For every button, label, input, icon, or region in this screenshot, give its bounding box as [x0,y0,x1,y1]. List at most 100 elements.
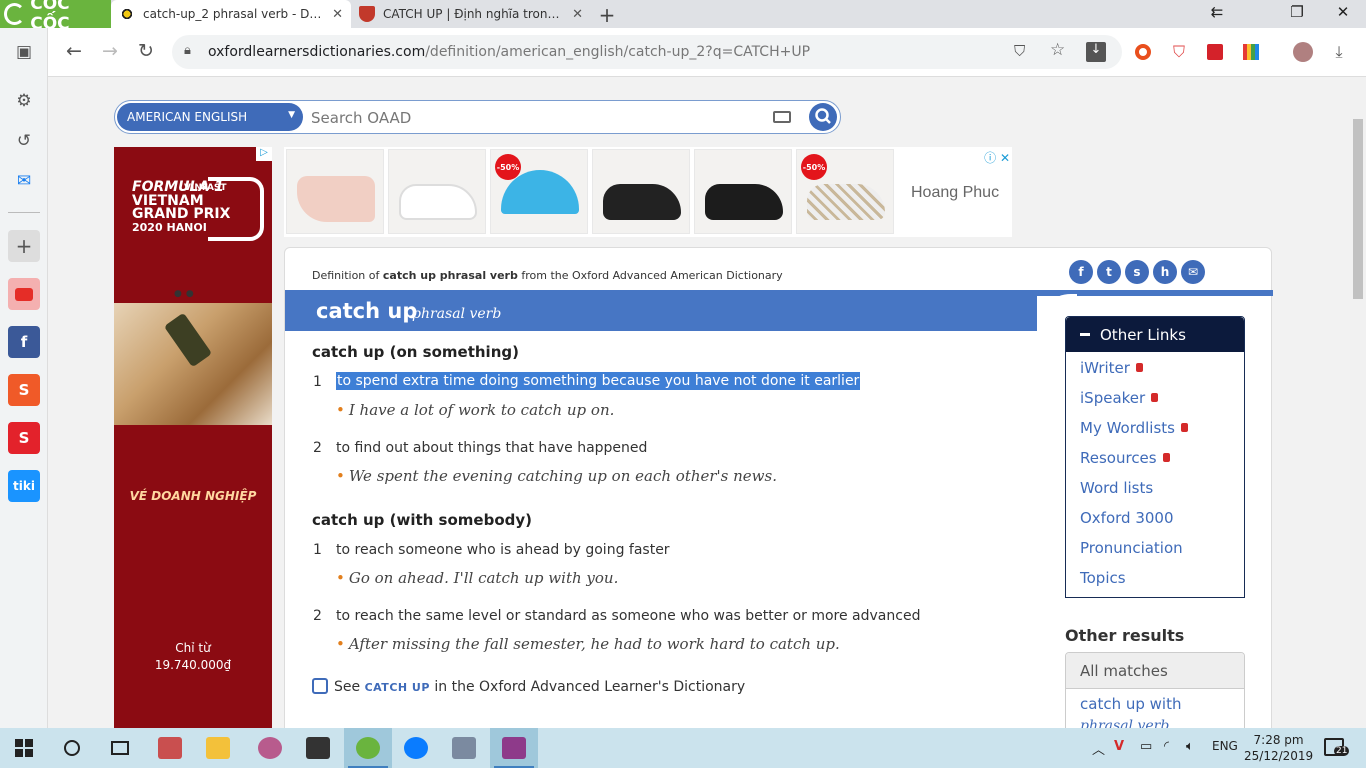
tiki-icon[interactable]: tiki [8,470,40,502]
link-ispeaker[interactable]: iSpeaker [1080,389,1159,407]
battery-icon[interactable]: ▭ [1140,739,1152,754]
twitter-share-icon[interactable]: t [1097,260,1121,284]
profile-avatar[interactable] [1292,41,1314,63]
settings-icon[interactable]: ⚙ [8,85,40,117]
ad-product-image[interactable] [694,149,792,234]
browser-sidebar: ▣ ⚙ ↺ ✉ + f S S tiki [0,28,48,728]
ad-brand-name[interactable]: Hoang Phuc [911,184,999,202]
shopee-icon[interactable]: S [8,374,40,406]
messenger-icon[interactable]: ✉ [8,165,40,197]
lock-icon[interactable]: 🔒︎ [184,43,191,58]
back-button[interactable]: ← [62,40,86,62]
coccoc-logo[interactable]: CỐC CỐC [0,0,111,34]
new-tab-button[interactable]: + [596,3,618,27]
ad-banner-horizontal[interactable]: -50% -50% Hoang Phuc ⓘ ✕ [284,147,1012,237]
close-tab-icon[interactable]: ✕ [572,7,583,22]
search-button[interactable] [809,103,837,131]
keyboard-icon[interactable] [773,111,791,123]
address-bar[interactable]: 🔒︎ oxfordlearnersdictionaries.com/defini… [172,35,1122,69]
wifi-icon[interactable]: ◜ [1164,739,1169,754]
search-taskbar-icon[interactable] [48,728,96,768]
carousel-dots[interactable]: ●● [174,289,198,299]
result-link[interactable]: catch up with phrasal verb [1066,689,1244,728]
add-app-icon[interactable]: + [8,230,40,262]
winrar-icon[interactable] [490,728,538,768]
ad-product-image[interactable] [286,149,384,234]
link-resources[interactable]: Resources [1080,449,1170,467]
app-office-icon[interactable] [146,728,194,768]
download-page-icon[interactable]: ↓ [1086,42,1106,62]
show-hidden-icons[interactable]: ︿ [1092,739,1105,758]
stumbleupon-share-icon[interactable]: s [1125,260,1149,284]
sense-example: • I have a lot of work to catch up on. [336,401,615,419]
facebook-icon[interactable]: f [8,326,40,358]
app-snipping-icon[interactable] [440,728,488,768]
language-indicator[interactable]: ENG [1212,739,1238,753]
start-button[interactable] [0,728,48,768]
hi5-share-icon[interactable]: h [1153,260,1177,284]
youtube-icon[interactable] [8,278,40,310]
extension-shield-icon[interactable]: ⛉ [1168,41,1190,63]
sense-definition[interactable]: to spend extra time doing something beca… [336,372,861,390]
shield-icon[interactable]: ⛉ [1014,42,1025,60]
app-editor-icon[interactable] [294,728,342,768]
link-oxford-3000[interactable]: Oxford 3000 [1080,509,1174,527]
windows-icon [15,739,33,757]
tray-app-icon[interactable]: V [1114,739,1124,754]
link-pronunciation[interactable]: Pronunciation [1080,539,1183,557]
sense-definition: to reach the same level or standard as s… [336,608,921,624]
task-view-icon[interactable] [96,728,144,768]
clock[interactable]: 7:28 pm 25/12/2019 [1244,732,1313,764]
downloads-icon[interactable]: ⤓ [1328,41,1350,63]
tab-search-icon[interactable]: ⇇ [1194,3,1240,21]
coccoc-taskbar-icon[interactable] [344,728,392,768]
ad-product-image[interactable] [592,149,690,234]
facebook-share-icon[interactable]: f [1069,260,1093,284]
close-window-button[interactable]: ✕ [1320,3,1366,21]
other-results-panel: All matches catch up with phrasal verb [1065,652,1245,728]
link-topics[interactable]: Topics [1080,569,1126,587]
ad-product-image[interactable]: -50% [490,149,588,234]
sidebar-toggle-icon[interactable]: ▣ [8,36,40,68]
link-my-wordlists[interactable]: My Wordlists [1080,419,1188,437]
coccoc-icon [4,3,26,25]
extension-coccoc-icon[interactable] [1132,41,1154,63]
other-results-title: Other results [1065,626,1185,645]
search-input[interactable] [311,105,761,131]
page-scrollbar[interactable] [1350,77,1366,728]
url-text[interactable]: oxfordlearnersdictionaries.com/definitio… [208,44,810,60]
history-icon[interactable]: ↺ [8,125,40,157]
tab-strip: CỐC CỐC catch-up_2 phrasal verb - Defini… [0,0,1366,34]
bookmark-star-icon[interactable]: ☆ [1050,40,1065,60]
tab-cambridge[interactable]: CATCH UP | Định nghĩa trong Từ điển ✕ [351,0,591,28]
notification-center-icon[interactable]: 21 [1324,738,1350,756]
ad-product-image[interactable] [388,149,486,234]
email-share-icon[interactable]: ✉ [1181,260,1205,284]
forward-button[interactable]: → [98,40,122,62]
ad-banner-vertical[interactable]: ▷ FORMULA 1 VINFAST VIETNAM GRAND PRIX 2… [114,147,272,728]
all-matches-tab[interactable]: All matches [1066,653,1244,689]
zalo-icon[interactable] [392,728,440,768]
sendo-icon[interactable]: S [8,422,40,454]
file-explorer-icon[interactable] [194,728,242,768]
close-tab-icon[interactable]: ✕ [332,7,343,22]
volume-icon[interactable]: 🔈︎ [1186,739,1194,754]
reload-button[interactable]: ↻ [134,40,158,62]
other-links-header[interactable]: Other Links [1066,317,1244,352]
link-word-lists[interactable]: Word lists [1080,479,1153,497]
ad-choices-icon[interactable]: ▷ [256,147,272,161]
extension-colorful-icon[interactable] [1240,41,1262,63]
ad-close-icon[interactable]: ⓘ ✕ [984,149,1010,166]
restore-window-button[interactable]: ❐ [1274,3,1320,21]
tab-oxford[interactable]: catch-up_2 phrasal verb - Definition ✕ [111,0,351,28]
link-iwriter[interactable]: iWriter [1080,359,1143,377]
app-paint-icon[interactable] [246,728,294,768]
scrollbar-thumb[interactable] [1353,119,1363,299]
extension-red-icon[interactable] [1204,41,1226,63]
see-also-link[interactable]: See CATCH UP in the Oxford Advanced Lear… [312,678,745,695]
oxford-favicon-icon [119,6,135,22]
ad-product-image[interactable]: -50% [796,149,894,234]
dictionary-select[interactable]: AMERICAN ENGLISH ▼ [117,103,303,131]
chevron-down-icon: ▼ [288,110,295,120]
sense-example: • Go on ahead. I'll catch up with you. [336,569,619,587]
